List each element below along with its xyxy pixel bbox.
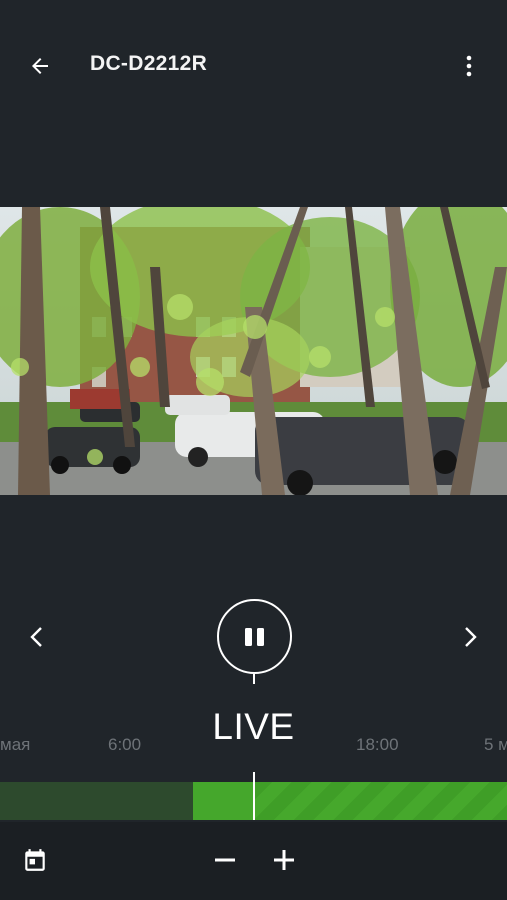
more-options-button[interactable] bbox=[457, 50, 481, 82]
plus-icon bbox=[274, 850, 294, 870]
timeline-recording-played bbox=[193, 782, 253, 820]
timeline-no-recording bbox=[0, 782, 193, 820]
zoom-out-button[interactable] bbox=[210, 845, 240, 875]
timeline-label: 6:00 bbox=[108, 735, 142, 754]
more-vertical-icon bbox=[466, 55, 472, 77]
pause-button[interactable] bbox=[217, 599, 292, 674]
timeline-label: 18:00 bbox=[356, 735, 399, 754]
previous-button[interactable] bbox=[22, 622, 50, 652]
chevron-right-icon bbox=[465, 627, 477, 647]
timeline-label: 5 м bbox=[484, 735, 507, 754]
camera-title: DC-D2212R bbox=[90, 52, 208, 75]
calendar-icon bbox=[25, 849, 45, 871]
app-bar: DC-D2212R bbox=[0, 0, 507, 130]
next-button[interactable] bbox=[457, 622, 485, 652]
calendar-button[interactable] bbox=[22, 847, 48, 873]
chevron-left-icon bbox=[30, 627, 42, 647]
timeline-label: мая bbox=[0, 735, 31, 754]
zoom-in-button[interactable] bbox=[269, 845, 299, 875]
minus-icon bbox=[215, 858, 235, 862]
pause-icon bbox=[245, 627, 252, 646]
timeline-labels: мая 6:00 18:00 5 м bbox=[0, 735, 507, 755]
video-frame-image bbox=[0, 207, 507, 495]
pause-icon-bar bbox=[257, 627, 264, 646]
camera-video-feed[interactable] bbox=[0, 207, 507, 495]
back-button[interactable] bbox=[22, 50, 58, 82]
playhead-connector bbox=[253, 674, 255, 684]
arrow-left-icon bbox=[32, 58, 48, 74]
timeline-playhead[interactable] bbox=[253, 772, 255, 820]
bottom-toolbar bbox=[0, 822, 507, 900]
